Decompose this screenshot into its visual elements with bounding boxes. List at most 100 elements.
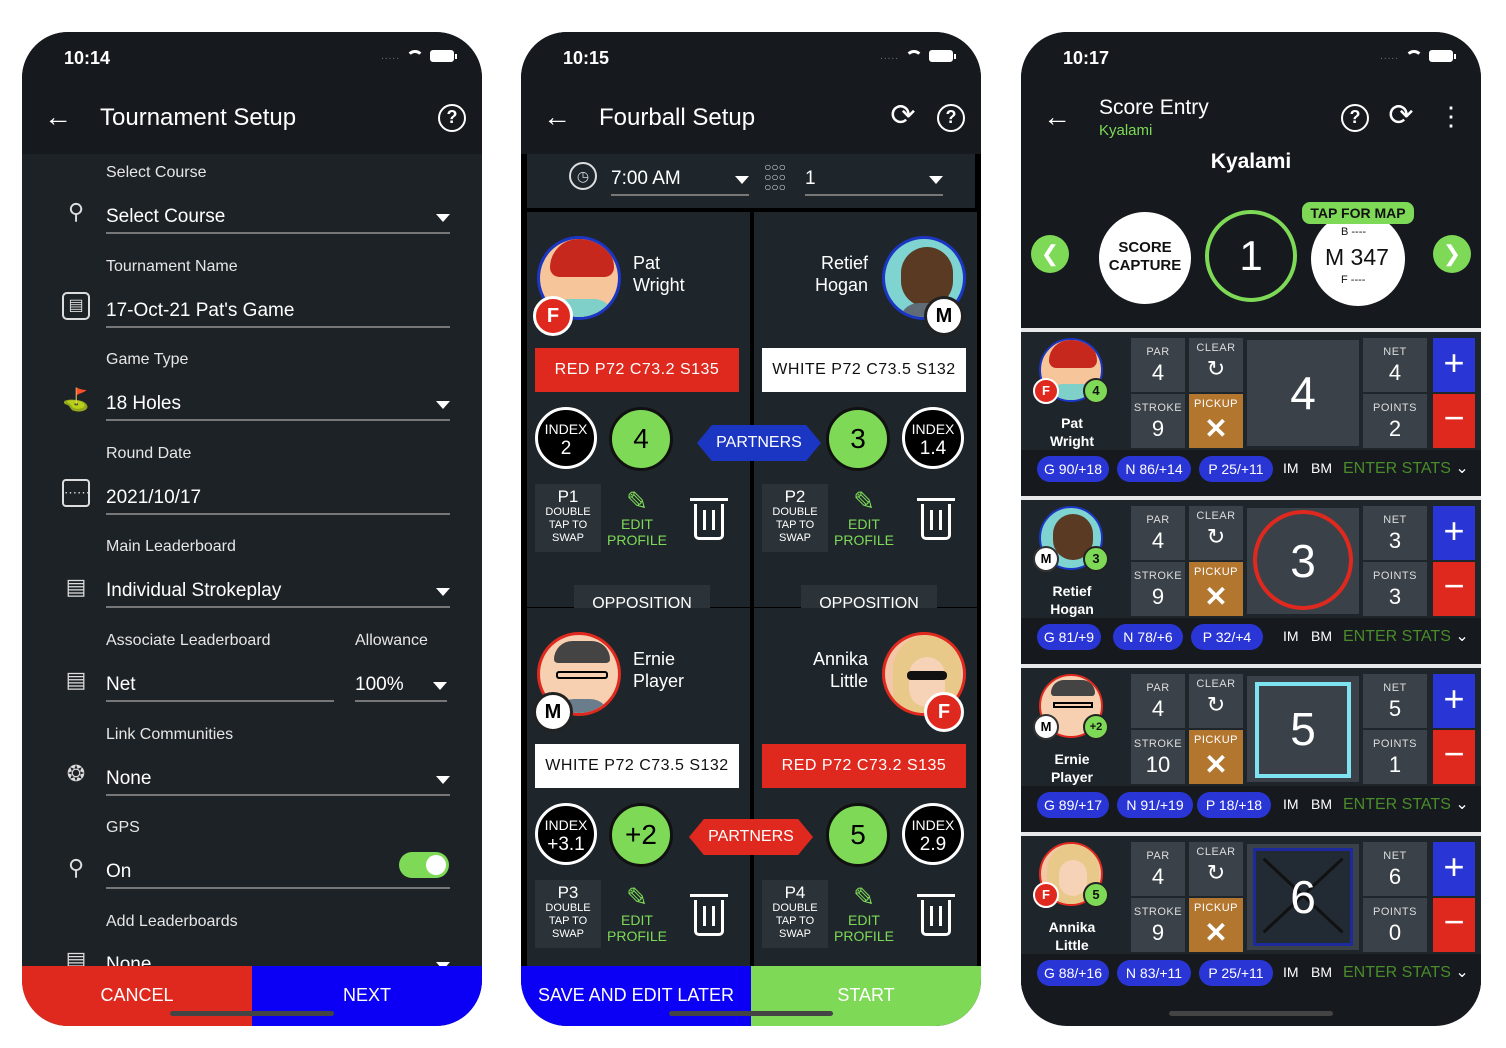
par-cell: PAR 4	[1131, 674, 1185, 728]
increment-button[interactable]: +	[1433, 674, 1475, 728]
clear-icon: ↻	[1206, 356, 1226, 381]
select-course-dropdown[interactable]: Select Course	[106, 202, 450, 234]
link-communities-dropdown[interactable]: None	[106, 764, 450, 796]
enter-stats-button[interactable]: ENTER STATS ⌄	[1343, 962, 1469, 982]
score-value[interactable]: 3	[1247, 508, 1359, 614]
app-bar: ← Tournament Setup ?	[22, 82, 482, 154]
start-button[interactable]: START	[751, 966, 981, 1026]
trash-icon[interactable]	[917, 894, 955, 936]
save-and-edit-later-button[interactable]: SAVE AND EDIT LATER	[521, 966, 751, 1026]
im-label: IM	[1283, 628, 1299, 644]
swap-slot[interactable]: P4 DOUBLE TAP TO SWAP	[762, 880, 828, 948]
decrement-button[interactable]: −	[1433, 730, 1475, 784]
clear-button[interactable]: CLEAR ↻	[1189, 674, 1243, 728]
net-cell: NET 3	[1363, 506, 1427, 560]
enter-stats-button[interactable]: ENTER STATS ⌄	[1343, 458, 1469, 478]
decrement-button[interactable]: −	[1433, 394, 1475, 448]
player-name: Pat Wright	[1049, 415, 1095, 449]
start-hole-dropdown[interactable]: 1	[805, 164, 943, 196]
points-cell: POINTS 2	[1363, 394, 1427, 448]
back-arrow-icon[interactable]: ←	[543, 102, 571, 132]
golf-flag-icon: ⛳	[62, 387, 90, 412]
bm-label: BM	[1311, 964, 1332, 980]
gender-badge: M	[1033, 546, 1059, 572]
swap-slot[interactable]: P1 DOUBLE TAP TO SWAP	[535, 484, 601, 552]
net-cell: NET 5	[1363, 674, 1427, 728]
round-date-input[interactable]: 2021/10/17	[106, 483, 450, 515]
cancel-button[interactable]: CANCEL	[22, 966, 252, 1026]
enter-stats-button[interactable]: ENTER STATS ⌄	[1343, 626, 1469, 646]
handicap-index: INDEX 2	[535, 407, 597, 469]
status-time: 10:17	[1063, 48, 1110, 68]
tee-badge[interactable]: WHITE P72 C73.5 S132	[535, 744, 739, 788]
refresh-icon[interactable]: ⟳	[1387, 101, 1415, 131]
tee-badge[interactable]: WHITE P72 C73.5 S132	[762, 348, 966, 392]
allowance-dropdown[interactable]: 100%	[355, 670, 447, 702]
score-value[interactable]: 4	[1247, 340, 1359, 446]
edit-profile-button[interactable]: ✎ EDIT PROFILE	[834, 882, 894, 944]
tee-badge[interactable]: RED P72 C73.2 S135	[762, 744, 966, 788]
main-leaderboard-dropdown[interactable]: Individual Strokeplay	[106, 576, 450, 608]
next-hole-icon[interactable]: ❯	[1433, 235, 1471, 273]
im-label: IM	[1283, 964, 1299, 980]
gross-pill: G 90/+18	[1037, 456, 1109, 482]
help-icon[interactable]: ?	[937, 104, 965, 132]
edit-profile-button[interactable]: ✎ EDIT PROFILE	[607, 882, 667, 944]
home-indicator	[669, 1011, 833, 1016]
close-icon: ✕	[1204, 413, 1228, 444]
tournament-name-input[interactable]: 17-Oct-21 Pat's Game	[106, 296, 450, 328]
swap-slot[interactable]: P3 DOUBLE TAP TO SWAP	[535, 880, 601, 948]
help-icon[interactable]: ?	[1341, 104, 1369, 132]
trash-icon[interactable]	[690, 894, 728, 936]
pickup-button[interactable]: PICKUP ✕	[1189, 394, 1243, 448]
tee-time-dropdown[interactable]: 7:00 AM	[611, 164, 749, 196]
tee-badge[interactable]: RED P72 C73.2 S135	[535, 348, 739, 392]
edit-profile-button[interactable]: ✎ EDIT PROFILE	[834, 486, 894, 548]
trash-icon[interactable]	[917, 498, 955, 540]
enter-stats-button[interactable]: ENTER STATS ⌄	[1343, 794, 1469, 814]
clear-button[interactable]: CLEAR ↻	[1189, 506, 1243, 560]
increment-button[interactable]: +	[1433, 506, 1475, 560]
back-arrow-icon[interactable]: ←	[44, 102, 72, 132]
previous-hole-icon[interactable]: ❮	[1031, 235, 1069, 273]
pickup-button[interactable]: PICKUP ✕	[1189, 730, 1243, 784]
edit-icon: ✎	[626, 882, 648, 912]
course-subtitle: Kyalami	[1099, 122, 1153, 139]
pickup-button[interactable]: PICKUP ✕	[1189, 562, 1243, 616]
edit-profile-button[interactable]: ✎ EDIT PROFILE	[607, 486, 667, 548]
decrement-button[interactable]: −	[1433, 898, 1475, 952]
associate-leaderboard-dropdown[interactable]: Net	[106, 670, 334, 702]
player-first-name: Annika	[812, 649, 868, 669]
score-value[interactable]: 6	[1247, 844, 1359, 950]
chevron-down-icon: ⌄	[1455, 796, 1469, 813]
gps-toggle[interactable]	[399, 852, 449, 878]
clear-button[interactable]: CLEAR ↻	[1189, 842, 1243, 896]
player-first-name: Ernie	[633, 649, 676, 669]
decrement-button[interactable]: −	[1433, 562, 1475, 616]
more-vertical-icon[interactable]: ⋮	[1437, 102, 1465, 130]
hole-map-button[interactable]: B ---- M 347 F ----	[1311, 212, 1405, 306]
trash-icon[interactable]	[690, 498, 728, 540]
net-cell: NET 4	[1363, 338, 1427, 392]
game-type-dropdown[interactable]: 18 Holes	[106, 389, 450, 421]
score-value[interactable]: 5	[1247, 676, 1359, 782]
back-arrow-icon[interactable]: ←	[1043, 102, 1071, 132]
swap-slot[interactable]: P2 DOUBLE TAP TO SWAP	[762, 484, 828, 552]
help-icon[interactable]: ?	[438, 104, 466, 132]
chevron-down-icon	[929, 176, 943, 184]
increment-button[interactable]: +	[1433, 842, 1475, 896]
pickup-button[interactable]: PICKUP ✕	[1189, 898, 1243, 952]
player-panel-p3: M Ernie Player WHITE P72 C73.5 S132 INDE…	[527, 608, 750, 966]
next-button[interactable]: NEXT	[252, 966, 482, 1026]
podium-icon: ▤	[65, 667, 87, 692]
player-last-name: Wright	[633, 275, 685, 295]
refresh-icon[interactable]: ⟳	[889, 101, 917, 131]
clear-button[interactable]: CLEAR ↻	[1189, 338, 1243, 392]
player-name: Annika Little	[1048, 919, 1096, 953]
chevron-down-icon	[436, 588, 450, 596]
tap-for-map-badge[interactable]: TAP FOR MAP	[1302, 202, 1414, 224]
edit-icon: ✎	[853, 882, 875, 912]
page-title: Fourball Setup	[599, 104, 756, 131]
gps-label: GPS	[106, 819, 140, 836]
increment-button[interactable]: +	[1433, 338, 1475, 392]
